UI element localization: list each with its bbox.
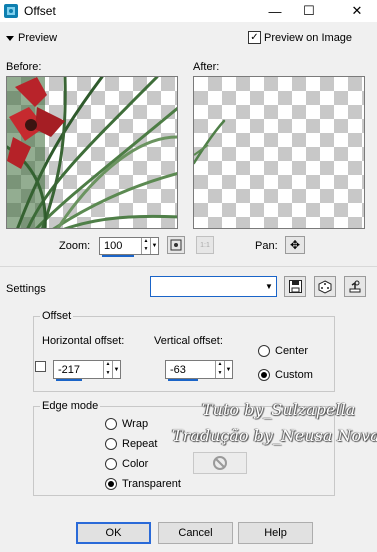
dropdown-arrow-icon[interactable]: ▼	[150, 238, 158, 254]
checkmark-icon: ✓	[248, 31, 261, 44]
offset-group-title: Offset	[40, 310, 74, 322]
settings-label: Settings	[6, 283, 46, 295]
after-preview-image	[194, 119, 226, 165]
window-title: Offset	[24, 4, 56, 18]
close-button[interactable]: ✕	[342, 0, 372, 22]
ok-button[interactable]: OK	[76, 522, 151, 544]
radio-selected-icon	[105, 478, 117, 490]
down-arrow-icon[interactable]: ▼	[104, 370, 112, 379]
chevron-down-icon: ▼	[265, 282, 273, 291]
vertical-offset-stepper[interactable]: -63 ▲ ▼ ▼	[165, 360, 233, 381]
zoom-value[interactable]: 100	[100, 240, 141, 252]
link-offset-checkbox[interactable]	[35, 361, 46, 372]
radio-icon	[105, 438, 117, 450]
horizontal-offset-stepper[interactable]: -217 ▲ ▼ ▼	[53, 360, 121, 381]
horizontal-offset-value[interactable]: -217	[54, 364, 103, 376]
actual-size-icon: 1:1	[200, 241, 210, 249]
zoom-fit-icon	[170, 239, 182, 251]
vertical-offset-label: Vertical offset:	[154, 335, 223, 347]
app-icon	[4, 4, 18, 18]
no-color-icon	[213, 456, 227, 470]
radio-icon	[258, 345, 270, 357]
preview-on-image-checkbox[interactable]: ✓ Preview on Image	[248, 31, 352, 44]
divider	[0, 266, 377, 267]
help-button[interactable]: Help	[238, 522, 313, 544]
up-arrow-icon[interactable]: ▲	[216, 361, 224, 370]
repeat-radio[interactable]: Repeat	[105, 438, 157, 450]
custom-radio[interactable]: Custom	[258, 369, 313, 381]
before-label: Before:	[6, 61, 42, 73]
preview-toggle-label: Preview	[18, 32, 58, 44]
pan-label: Pan:	[255, 240, 278, 252]
zoom-fit-button[interactable]	[167, 236, 185, 254]
edge-mode-group: Edge mode	[33, 400, 335, 496]
watermark-line-2: Tradução by_Neusa Nova	[172, 426, 377, 445]
radio-icon	[105, 418, 117, 430]
dropdown-arrow-icon[interactable]: ▼	[224, 361, 232, 378]
chevron-down-icon	[6, 35, 14, 41]
cancel-button[interactable]: Cancel	[158, 522, 233, 544]
edge-mode-group-title: Edge mode	[40, 400, 101, 412]
dropdown-arrow-icon[interactable]: ▼	[112, 361, 120, 378]
color-radio[interactable]: Color	[105, 458, 148, 470]
wrap-radio[interactable]: Wrap	[105, 418, 148, 430]
save-preset-button[interactable]	[284, 276, 306, 297]
move-icon: ✥	[289, 238, 301, 252]
radio-icon	[105, 458, 117, 470]
after-label: After:	[193, 61, 220, 73]
randomize-button[interactable]	[314, 276, 336, 297]
minimize-button[interactable]: —	[260, 0, 290, 22]
before-preview-image	[7, 77, 177, 228]
transparent-radio-label: Transparent	[122, 478, 181, 490]
save-icon	[288, 280, 302, 293]
down-arrow-icon[interactable]: ▼	[142, 246, 150, 254]
horizontal-offset-label: Horizontal offset:	[42, 335, 125, 347]
color-radio-label: Color	[122, 458, 149, 470]
reset-icon	[349, 280, 361, 292]
before-preview[interactable]	[6, 76, 178, 229]
reset-button[interactable]	[344, 276, 366, 297]
repeat-radio-label: Repeat	[122, 438, 158, 450]
dice-icon	[318, 279, 332, 294]
custom-radio-label: Custom	[275, 369, 313, 381]
center-radio[interactable]: Center	[258, 345, 308, 357]
transparent-radio[interactable]: Transparent	[105, 478, 181, 490]
zoom-stepper[interactable]: 100 ▲ ▼ ▼	[99, 237, 159, 257]
up-arrow-icon[interactable]: ▲	[104, 361, 112, 370]
vertical-offset-value[interactable]: -63	[166, 364, 215, 376]
edge-color-swatch[interactable]	[193, 452, 247, 474]
center-radio-label: Center	[275, 345, 309, 357]
up-arrow-icon[interactable]: ▲	[142, 238, 150, 246]
down-arrow-icon[interactable]: ▼	[216, 370, 224, 379]
watermark-line-1: Tuto by_Sulzapella	[202, 400, 356, 419]
preview-on-image-label: Preview on Image	[264, 31, 353, 44]
pan-button[interactable]: ✥	[285, 236, 305, 254]
zoom-actual-button[interactable]: 1:1	[196, 236, 214, 254]
radio-selected-icon	[258, 369, 270, 381]
after-preview[interactable]	[193, 76, 365, 229]
maximize-button[interactable]: ☐	[294, 0, 324, 22]
zoom-label: Zoom:	[59, 240, 91, 252]
preview-toggle[interactable]: Preview	[6, 32, 57, 44]
wrap-radio-label: Wrap	[122, 418, 149, 430]
preset-select[interactable]: ▼	[150, 276, 277, 297]
